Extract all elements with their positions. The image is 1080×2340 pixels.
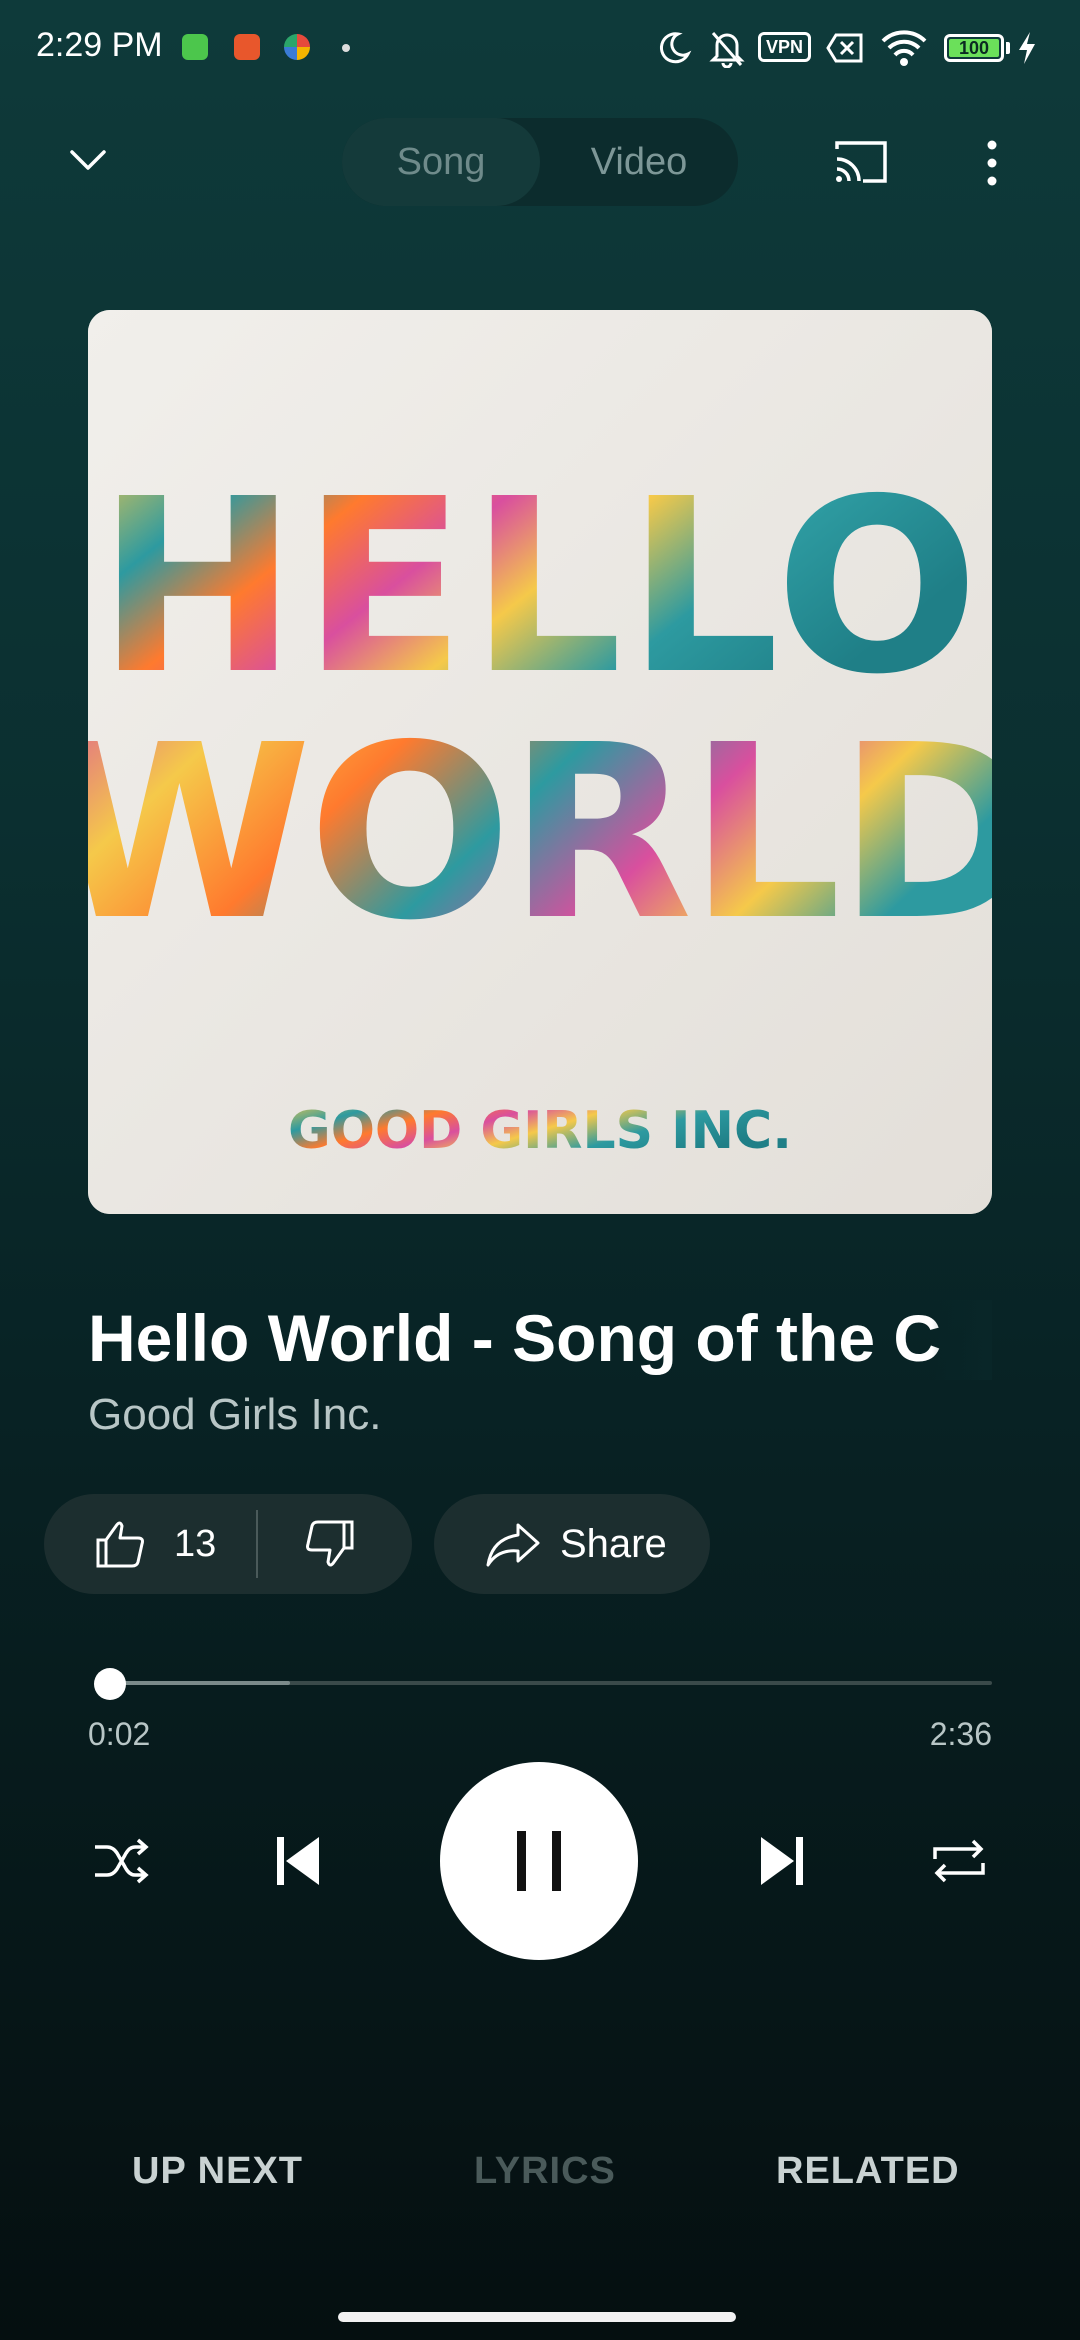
repeat-button[interactable] [924,1826,994,1896]
tab-lyrics[interactable]: LYRICS [474,2150,616,2193]
mute-bell-icon [709,32,745,68]
app-notification-icon [234,34,260,60]
dislike-button[interactable] [302,1516,358,1577]
share-label: Share [560,1521,667,1566]
thumbs-up-icon [96,1521,144,1568]
chevron-down-icon [70,150,106,170]
like-button[interactable]: 13 [92,1516,216,1572]
total-time: 2:36 [929,1716,992,1752]
like-divider [256,1510,258,1578]
collapse-button[interactable] [58,130,118,190]
shuffle-button[interactable] [86,1826,156,1896]
cast-icon [835,141,887,183]
seek-bar[interactable] [98,1681,992,1685]
more-options-button[interactable] [970,130,1014,196]
shuffle-icon [95,1838,149,1884]
song-video-toggle: Song Video [342,118,738,206]
charging-bolt-icon [1019,32,1035,64]
seek-bar-buffered [98,1681,291,1685]
like-dislike-pill: 13 [44,1494,412,1594]
do-not-disturb-moon-icon [659,32,692,64]
song-title-container: Hello World - Song of the C [88,1300,992,1380]
cast-button[interactable] [826,132,896,192]
tab-up-next[interactable]: UP NEXT [132,2150,303,2193]
album-band: GOOD GIRLS INC. [288,1101,792,1161]
share-icon [486,1523,540,1567]
status-time: 2:29 PM [36,26,163,64]
more-notifications-dot [342,44,350,52]
repeat-icon [933,1839,985,1883]
home-indicator[interactable] [338,2312,736,2322]
tab-video[interactable]: Video [540,118,738,206]
skip-next-icon [761,1837,803,1885]
tab-related[interactable]: RELATED [776,2150,960,2193]
battery-icon: 100 [944,34,1004,62]
album-line2: WORLD [88,693,992,973]
album-art-image: HELLO WORLD GOOD GIRLS INC. [88,310,992,1214]
no-sim-icon [826,33,863,63]
skip-previous-icon [277,1837,319,1885]
status-bar: 2:29 PM VPN 100 [0,0,1080,96]
more-vert-icon [987,140,997,186]
thumbs-down-icon [306,1520,354,1567]
song-title: Hello World - Song of the C [88,1301,942,1375]
like-count: 13 [174,1522,217,1565]
album-art: HELLO WORLD GOOD GIRLS INC. [88,310,992,1214]
app-notification-icon [182,34,208,60]
share-button[interactable]: Share [434,1494,710,1594]
previous-button[interactable] [262,1826,332,1896]
wifi-icon [881,30,927,66]
artist-name[interactable]: Good Girls Inc. [88,1390,381,1440]
next-button[interactable] [748,1826,818,1896]
album-line1: HELLO [97,447,983,727]
title-fade [932,1300,992,1380]
battery-level: 100 [949,39,999,57]
seek-bar-thumb[interactable] [93,1668,126,1700]
elapsed-time: 0:02 [88,1716,151,1752]
battery-tip [1006,42,1010,54]
pause-button[interactable] [440,1762,638,1960]
pause-icon [517,1831,561,1891]
app-notification-icon [284,34,310,60]
vpn-badge: VPN [758,32,812,62]
tab-song[interactable]: Song [342,118,540,206]
